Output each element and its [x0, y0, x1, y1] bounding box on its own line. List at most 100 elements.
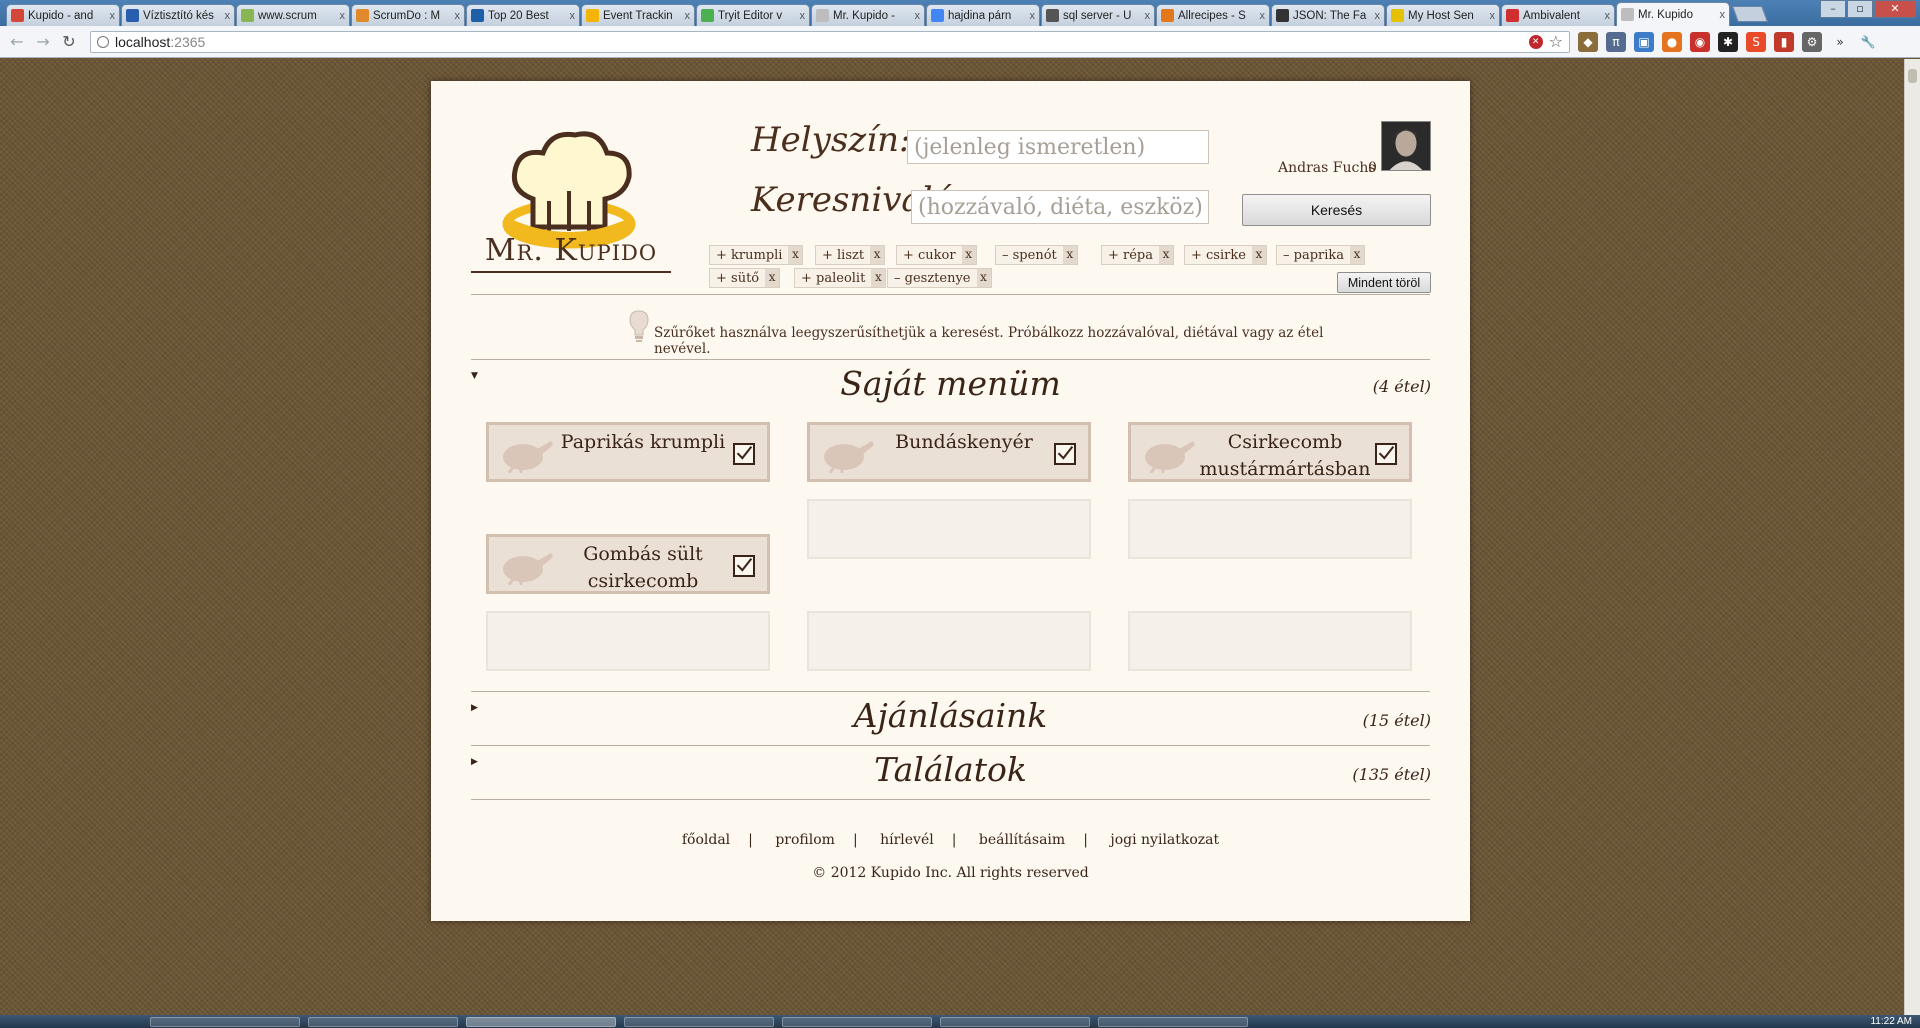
checkbox-checked-icon[interactable] — [1375, 443, 1397, 465]
location-input[interactable] — [907, 130, 1209, 164]
extension-monitor-icon[interactable]: ▣ — [1634, 31, 1654, 52]
tab-close-icon[interactable]: x — [1030, 10, 1036, 22]
extension-pi-icon[interactable]: π — [1606, 31, 1626, 52]
browser-tab[interactable]: Mr. Kupido - x — [811, 4, 925, 26]
taskbar-item[interactable] — [940, 1017, 1090, 1027]
tab-close-icon[interactable]: x — [1260, 10, 1266, 22]
extension-gear-icon[interactable]: ⚙ — [1802, 31, 1822, 52]
tab-close-icon[interactable]: x — [685, 10, 691, 22]
browser-tab[interactable]: hajdina párn x — [926, 4, 1040, 26]
tab-close-icon[interactable]: x — [1490, 10, 1496, 22]
checkbox-checked-icon[interactable] — [733, 555, 755, 577]
tab-close-icon[interactable]: x — [1720, 9, 1726, 21]
section-title-recommendations[interactable]: Ajánlásaink — [471, 696, 1430, 735]
taskbar-item[interactable] — [308, 1017, 458, 1027]
user-name[interactable]: Andras Fuchs — [1278, 160, 1376, 176]
overflow-icon[interactable]: » — [1830, 32, 1850, 52]
footer-link-home[interactable]: főoldal — [682, 832, 730, 848]
search-button[interactable]: Keresés — [1242, 194, 1431, 226]
chip-remove-button[interactable]: x — [1159, 246, 1174, 264]
tab-close-icon[interactable]: x — [340, 10, 346, 22]
chip-remove-button[interactable]: x — [871, 269, 886, 287]
browser-tab[interactable]: Kupido - and x — [6, 4, 120, 26]
extension-bookmark-icon[interactable]: ▮ — [1774, 31, 1794, 52]
wrench-icon[interactable]: 🔧 — [1858, 32, 1878, 52]
footer-link-profile[interactable]: profilom — [775, 832, 835, 848]
new-tab-button[interactable] — [1732, 6, 1768, 22]
taskbar-item[interactable] — [624, 1017, 774, 1027]
browser-tab[interactable]: Víztisztító kés x — [121, 4, 235, 26]
empty-dish-slot[interactable] — [1128, 611, 1412, 671]
chip-remove-button[interactable]: x — [1251, 246, 1266, 264]
tab-close-icon[interactable]: x — [455, 10, 461, 22]
tab-close-icon[interactable]: x — [1375, 10, 1381, 22]
tab-close-icon[interactable]: x — [110, 10, 116, 22]
forward-icon[interactable]: → — [32, 32, 54, 51]
page-scrollbar[interactable] — [1904, 59, 1920, 1015]
extension-firefox-icon[interactable]: ● — [1662, 31, 1682, 52]
dish-card[interactable]: Paprikás krumpli — [486, 422, 770, 482]
chip-remove-button[interactable]: x — [788, 246, 803, 264]
dish-card[interactable]: Gombás sült csirkecomb — [486, 534, 770, 594]
stop-icon[interactable]: ✕ — [1528, 34, 1543, 49]
browser-tab[interactable]: JSON: The Fa x — [1271, 4, 1385, 26]
browser-tab[interactable]: sql server - U x — [1041, 4, 1155, 26]
maximize-icon[interactable]: ▫ — [1847, 0, 1873, 18]
dish-card[interactable]: Csirkecomb mustármártásban — [1128, 422, 1412, 482]
empty-dish-slot[interactable] — [807, 499, 1091, 559]
section-title-results[interactable]: Találatok — [471, 750, 1430, 789]
taskbar-item[interactable] — [150, 1017, 300, 1027]
chip-remove-button[interactable]: x — [961, 246, 976, 264]
extension-record-icon[interactable]: ◉ — [1690, 31, 1710, 52]
tab-close-icon[interactable]: x — [225, 10, 231, 22]
taskbar-item[interactable] — [1098, 1017, 1248, 1027]
tab-close-icon[interactable]: x — [915, 10, 921, 22]
star-icon[interactable]: ☆ — [1549, 32, 1563, 51]
back-icon[interactable]: ← — [6, 32, 28, 51]
address-bar[interactable]: localhost:2365 ✕ ☆ — [90, 30, 1570, 53]
tab-close-icon[interactable]: x — [570, 10, 576, 22]
extension-asterisk-icon[interactable]: ✱ — [1718, 31, 1738, 52]
dish-card[interactable]: Bundáskenyér — [807, 422, 1091, 482]
section-title-my-menu[interactable]: Saját menüm — [471, 364, 1430, 403]
minimize-icon[interactable]: – — [1820, 0, 1846, 18]
empty-dish-slot[interactable] — [807, 611, 1091, 671]
checkbox-checked-icon[interactable] — [733, 443, 755, 465]
footer-link-legal[interactable]: jogi nyilatkozat — [1110, 832, 1219, 848]
taskbar-item[interactable] — [782, 1017, 932, 1027]
extension-shield-icon[interactable]: ◆ — [1578, 31, 1598, 52]
browser-tab[interactable]: Tryit Editor v x — [696, 4, 810, 26]
footer-link-settings[interactable]: beállításaim — [979, 832, 1065, 848]
window-close-icon[interactable]: ✕ — [1874, 0, 1916, 18]
tab-close-icon[interactable]: x — [1605, 10, 1611, 22]
user-notification-count[interactable]: 0 — [1368, 160, 1377, 176]
taskbar-clock[interactable]: 11:22 AM — [1870, 1016, 1912, 1027]
user-avatar[interactable] — [1381, 121, 1431, 171]
extension-stumble-icon[interactable]: S — [1746, 31, 1766, 52]
empty-dish-slot[interactable] — [486, 611, 770, 671]
footer-link-newsletter[interactable]: hírlevél — [880, 832, 934, 848]
chip-remove-button[interactable]: x — [1062, 246, 1077, 264]
browser-tab[interactable]: ScrumDo : M x — [351, 4, 465, 26]
taskbar-item-active[interactable] — [466, 1017, 616, 1027]
browser-tab[interactable]: www.scrum x — [236, 4, 350, 26]
reload-icon[interactable]: ↻ — [58, 32, 80, 51]
empty-dish-slot[interactable] — [1128, 499, 1412, 559]
browser-tab[interactable]: Ambivalent x — [1501, 4, 1615, 26]
browser-tab[interactable]: My Host Sen x — [1386, 4, 1500, 26]
tab-close-icon[interactable]: x — [800, 10, 806, 22]
browser-tab[interactable]: Event Trackin x — [581, 4, 695, 26]
chip-remove-button[interactable]: x — [976, 269, 991, 287]
browser-tab[interactable]: Top 20 Best x — [466, 4, 580, 26]
chip-remove-button[interactable]: x — [1350, 246, 1365, 264]
logo-text[interactable]: Mr. Kupido — [471, 233, 671, 268]
browser-tab-active[interactable]: Mr. Kupido x — [1616, 2, 1730, 26]
chip-remove-button[interactable]: x — [765, 269, 780, 287]
chip-remove-button[interactable]: x — [870, 246, 885, 264]
clear-all-button[interactable]: Mindent töröl — [1337, 272, 1431, 293]
search-term-input[interactable] — [911, 190, 1209, 224]
checkbox-checked-icon[interactable] — [1054, 443, 1076, 465]
tab-close-icon[interactable]: x — [1145, 10, 1151, 22]
browser-tab[interactable]: Allrecipes - S x — [1156, 4, 1270, 26]
scrollbar-thumb[interactable] — [1908, 69, 1917, 83]
